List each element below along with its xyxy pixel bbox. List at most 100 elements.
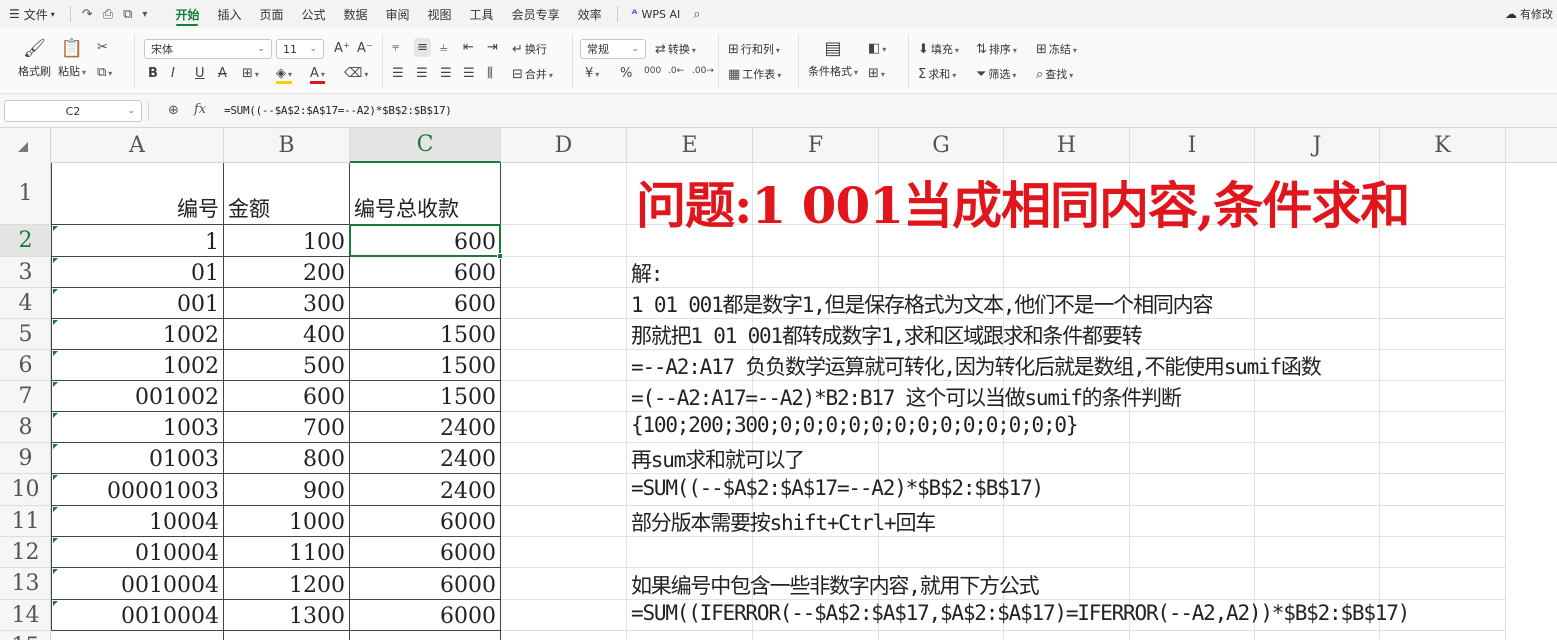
justify-button[interactable]: ☰ — [463, 66, 475, 81]
merge-button[interactable]: ⊟ 合并 — [512, 66, 553, 82]
cell-h11[interactable] — [1004, 506, 1130, 537]
clear-button[interactable]: ⌫ — [344, 66, 368, 81]
tab-review[interactable]: 审阅 — [377, 0, 419, 28]
cell-h3[interactable] — [1004, 257, 1130, 288]
cell-a15[interactable] — [51, 631, 224, 640]
search-icon[interactable]: ⌕ — [688, 7, 705, 22]
row-header-1[interactable]: 1 — [0, 163, 51, 225]
note-line[interactable]: 再sum求和就可以了 — [631, 444, 805, 474]
print-icon[interactable]: ⎙ — [98, 7, 118, 22]
cell-g12[interactable] — [879, 537, 1004, 568]
cell-c15[interactable] — [350, 631, 501, 640]
cell-d4[interactable] — [501, 288, 627, 319]
strikethrough-button[interactable]: A — [218, 66, 227, 81]
cell-i10[interactable] — [1130, 474, 1255, 506]
font-color-button[interactable]: A — [310, 66, 325, 84]
cell-f3[interactable] — [753, 257, 879, 288]
freeze-button[interactable]: ⊞ 冻结 — [1036, 41, 1077, 57]
cell-d6[interactable] — [501, 350, 627, 381]
cell-b7[interactable]: 600 — [224, 381, 350, 412]
note-line[interactable]: {100;200;300;0;0;0;0;0;0;0;0;0;0;0;0;0} — [631, 413, 1078, 437]
row-header-12[interactable]: 12 — [0, 537, 51, 568]
row-header-2[interactable]: 2 — [0, 225, 51, 257]
cell-j5[interactable] — [1255, 319, 1380, 350]
cell-k12[interactable] — [1380, 537, 1506, 568]
convert-button[interactable]: ⇄ 转换 — [655, 41, 696, 57]
cell-c4[interactable]: 600 — [350, 288, 501, 319]
tab-view[interactable]: 视图 — [419, 0, 461, 28]
cell-k15[interactable] — [1380, 631, 1506, 640]
row-header-10[interactable]: 10 — [0, 474, 51, 506]
row-header-5[interactable]: 5 — [0, 319, 51, 350]
align-top-button[interactable]: ⫧ — [392, 40, 399, 55]
cell-i9[interactable] — [1130, 443, 1255, 474]
cell-d13[interactable] — [501, 568, 627, 600]
formula-input[interactable]: =SUM((--$A$2:$A$17=--A2)*$B$2:$B$17) — [224, 104, 452, 117]
cell-a2[interactable]: 1 — [51, 225, 224, 257]
align-middle-button[interactable]: ≡ — [414, 38, 431, 57]
cell-d2[interactable] — [501, 225, 627, 257]
row-header-4[interactable]: 4 — [0, 288, 51, 319]
paste-button[interactable]: 📋 粘贴 — [58, 38, 86, 79]
insert-function-button[interactable]: fx — [194, 102, 206, 117]
font-size-select[interactable]: 11 ⌄ — [276, 39, 324, 59]
cell-f15[interactable] — [753, 631, 879, 640]
cell-j10[interactable] — [1255, 474, 1380, 506]
cell-h12[interactable] — [1004, 537, 1130, 568]
cell-a14[interactable]: 0010004 — [51, 600, 224, 631]
cell-k3[interactable] — [1380, 257, 1506, 288]
save-status[interactable]: ☁ 有修改 — [1505, 0, 1553, 28]
decrease-indent-button[interactable]: ⇤ — [463, 40, 474, 55]
cell-k6[interactable] — [1380, 350, 1506, 381]
autosum-button[interactable]: Σ 求和 — [918, 66, 956, 82]
cell-i15[interactable] — [1130, 631, 1255, 640]
column-header-f[interactable]: F — [753, 128, 879, 163]
cell-a12[interactable]: 010004 — [51, 537, 224, 568]
border-button[interactable]: ⊞ — [242, 66, 259, 81]
cell-j13[interactable] — [1255, 568, 1380, 600]
note-line[interactable]: 1 01 001都是数字1,但是保存格式为文本,他们不是一个相同内容 — [631, 289, 1213, 319]
cell-c12[interactable]: 6000 — [350, 537, 501, 568]
cell-k13[interactable] — [1380, 568, 1506, 600]
cell-d14[interactable] — [501, 600, 627, 631]
decrease-font-button[interactable]: A⁻ — [357, 41, 373, 56]
cut-button[interactable]: ✂ — [97, 40, 108, 55]
cell-i5[interactable] — [1130, 319, 1255, 350]
header-cell-c1[interactable]: 编号总收款 — [350, 163, 501, 225]
cell-c13[interactable]: 6000 — [350, 568, 501, 600]
cell-c6[interactable]: 1500 — [350, 350, 501, 381]
tab-home[interactable]: 开始 — [166, 0, 208, 28]
cell-a9[interactable]: 01003 — [51, 443, 224, 474]
cell-b10[interactable]: 900 — [224, 474, 350, 506]
header-cell-b1[interactable]: 金额 — [224, 163, 350, 225]
cell-a8[interactable]: 1003 — [51, 412, 224, 443]
note-line[interactable]: 那就把1 01 001都转成数字1,求和区域跟求和条件都要转 — [631, 320, 1143, 350]
row-header-11[interactable]: 11 — [0, 506, 51, 537]
distribute-button[interactable]: ⫼ — [487, 66, 493, 81]
fill-button[interactable]: ⬇ 填充 — [918, 41, 959, 57]
cell-g3[interactable] — [879, 257, 1004, 288]
cell-j3[interactable] — [1255, 257, 1380, 288]
file-menu[interactable]: ☰ 文件 ▾ — [0, 0, 64, 28]
print-preview-icon[interactable]: ⧉ — [118, 7, 137, 22]
cell-c2[interactable]: 600 — [350, 225, 501, 257]
cell-h15[interactable] — [1004, 631, 1130, 640]
row-header-9[interactable]: 9 — [0, 443, 51, 474]
cell-c5[interactable]: 1500 — [350, 319, 501, 350]
cell-j8[interactable] — [1255, 412, 1380, 443]
currency-button[interactable]: ¥ — [585, 66, 599, 81]
align-bottom-button[interactable]: ⫨ — [440, 40, 447, 55]
cell-style-button[interactable]: ◧ — [868, 41, 886, 56]
column-header-e[interactable]: E — [627, 128, 753, 163]
copy-button[interactable]: ⧉ — [97, 65, 112, 80]
cell-a11[interactable]: 10004 — [51, 506, 224, 537]
cell-b13[interactable]: 1200 — [224, 568, 350, 600]
cell-b15[interactable] — [224, 631, 350, 640]
cell-f12[interactable] — [753, 537, 879, 568]
italic-button[interactable]: I — [171, 66, 175, 81]
cell-i3[interactable] — [1130, 257, 1255, 288]
sheet-title-text[interactable]: 问题:1 001当成相同内容,条件求和 — [636, 166, 1410, 238]
column-header-h[interactable]: H — [1004, 128, 1130, 163]
cell-c10[interactable]: 2400 — [350, 474, 501, 506]
cell-c11[interactable]: 6000 — [350, 506, 501, 537]
